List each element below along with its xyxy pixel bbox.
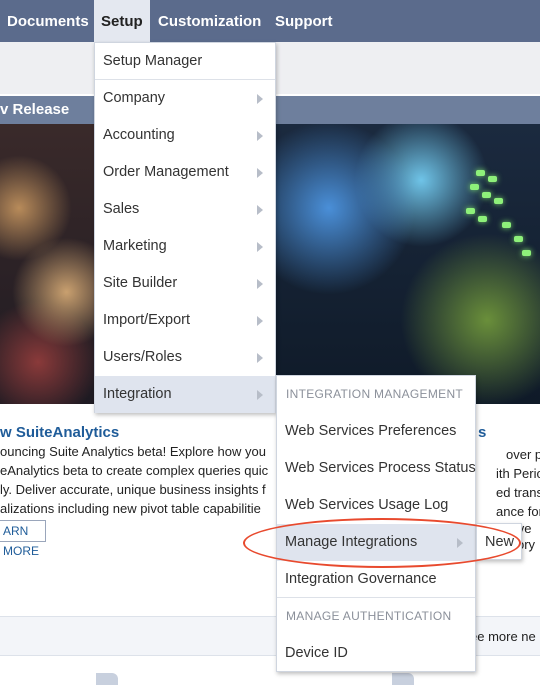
menu-item-web-services-process-status[interactable]: Web Services Process Status [277,450,476,487]
submenu-arrow-icon [257,131,263,141]
nav-documents[interactable]: Documents [0,0,96,42]
setup-dropdown-menu: Setup Manager Company Accounting Order M… [94,42,276,413]
submenu-arrow-icon [257,205,263,215]
menu-item-integration[interactable]: Integration [95,376,275,413]
nav-setup[interactable]: Setup [94,0,150,42]
submenu-arrow-icon [457,538,463,548]
portlet-title: v Release [0,101,70,118]
submenu-arrow-icon [257,279,263,289]
menu-item-integration-governance[interactable]: Integration Governance [277,561,475,598]
article-text-line: ly. Deliver accurate, unique business in… [0,482,266,497]
menu-item-label: Setup Manager [103,53,203,69]
menu-item-label: Site Builder [103,275,178,291]
menu-item-label: Users/Roles [103,349,182,365]
learn-more-button[interactable]: ARN MORE [0,520,46,558]
menu-item-marketing[interactable]: Marketing [95,228,275,265]
menu-item-manage-integrations[interactable]: Manage Integrations [277,524,475,561]
menu-item-import-export[interactable]: Import/Export [95,302,275,339]
nav-support[interactable]: Support [268,0,340,42]
submenu-arrow-icon [257,242,263,252]
section-label-integration-management: INTEGRATION MANAGEMENT [286,387,464,401]
submenu-arrow-icon [257,390,263,400]
menu-item-accounting[interactable]: Accounting [95,117,275,154]
integration-submenu: INTEGRATION MANAGEMENT Web Services Pref… [276,375,476,672]
article-text-line: alizations including new pivot table cap… [0,501,261,516]
menu-item-label: Accounting [103,127,175,143]
document-icon [392,673,414,685]
top-navigation-bar: Documents Setup Customization Support [0,0,540,42]
menu-item-setup-manager[interactable]: Setup Manager [95,43,275,80]
menu-item-order-management[interactable]: Order Management [95,154,275,191]
menu-item-label: Manage Integrations [285,534,418,550]
menu-item-label: Sales [103,201,140,217]
see-more-link[interactable]: ee more ne [470,629,536,644]
menu-item-label: Integration [103,386,172,402]
submenu-arrow-icon [257,316,263,326]
promo-image-left [0,124,95,404]
menu-item-label: Import/Export [103,312,191,328]
right-article-text: over perio [506,447,540,462]
menu-item-new[interactable]: New [477,524,521,561]
menu-item-device-id[interactable]: Device ID [277,635,475,672]
menu-item-label: Order Management [103,164,229,180]
menu-item-users-roles[interactable]: Users/Roles [95,339,275,376]
article-text-line: ouncing Suite Analytics beta! Explore ho… [0,444,266,459]
menu-item-sales[interactable]: Sales [95,191,275,228]
right-article-text: ith Period I [496,466,540,481]
section-label-manage-authentication: MANAGE AUTHENTICATION [286,609,452,623]
menu-item-label: Marketing [103,238,167,254]
document-icon [96,673,118,685]
menu-item-company[interactable]: Company [95,80,275,117]
submenu-arrow-icon [257,353,263,363]
menu-item-label: Company [103,90,166,106]
nav-customization[interactable]: Customization [151,0,268,42]
submenu-arrow-icon [257,94,263,104]
article-title[interactable]: w SuiteAnalytics [0,424,119,441]
submenu-arrow-icon [257,168,263,178]
right-article-title[interactable]: s [478,424,486,441]
manage-integrations-submenu: New [476,523,522,560]
promo-image-right [276,124,540,404]
right-article-text: ance for sta [496,504,540,519]
menu-item-web-services-preferences[interactable]: Web Services Preferences [277,413,475,450]
right-article-text: ed transact [496,485,540,500]
menu-item-web-services-usage-log[interactable]: Web Services Usage Log [277,487,475,524]
menu-item-site-builder[interactable]: Site Builder [95,265,275,302]
article-text-line: eAnalytics beta to create complex querie… [0,463,269,478]
